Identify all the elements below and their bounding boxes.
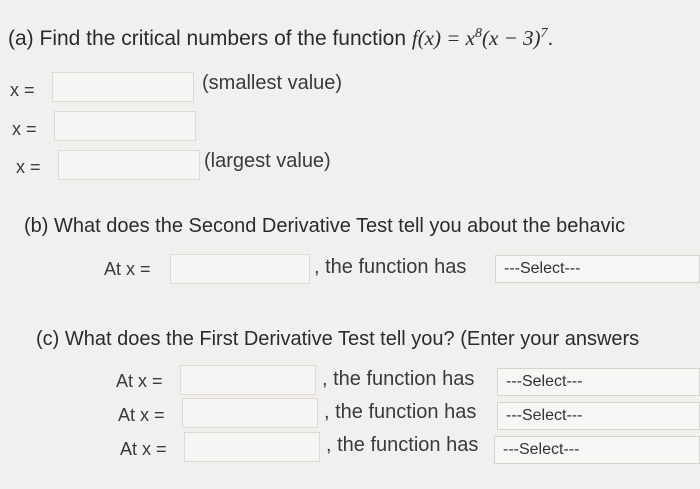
part-c-x-input-1[interactable]	[180, 365, 316, 395]
part-c-function-has-2: , the function has	[324, 401, 477, 423]
critical-label-2: x =	[12, 119, 37, 139]
part-b-select-value: ---Select---	[504, 260, 581, 277]
part-c-function-has-3: , the function has	[326, 434, 479, 456]
part-c-select-value-1: ---Select---	[506, 373, 583, 390]
exponent-1: 8	[475, 26, 482, 41]
part-b-select[interactable]: ---Select---	[495, 255, 700, 283]
fn-text: f(x) = x	[411, 26, 475, 50]
part-c-x-input-3[interactable]	[184, 432, 320, 462]
part-c-at-label-1: At x =	[116, 371, 163, 391]
part-c-question: (c) What does the First Derivative Test …	[36, 328, 640, 350]
part-c-select-3[interactable]: ---Select---	[494, 436, 700, 464]
smallest-note: (smallest value)	[202, 72, 343, 94]
part-b-function-has: , the function has	[314, 256, 467, 278]
part-b-question: (b) What does the Second Derivative Test…	[24, 215, 626, 237]
part-a-suffix: .	[547, 27, 554, 50]
part-c-at-label-2: At x =	[118, 405, 165, 425]
part-c-function-has-1: , the function has	[322, 368, 475, 390]
part-c-select-1[interactable]: ---Select---	[497, 368, 700, 396]
part-a-question: (a) Find the critical numbers of the fun…	[8, 26, 553, 51]
critical-input-1[interactable]	[52, 72, 194, 102]
function-expression: f(x) = x8(x − 3)7	[412, 26, 548, 50]
part-c-at-label-3: At x =	[120, 439, 167, 459]
part-c-select-value-2: ---Select---	[506, 407, 583, 424]
part-c-select-value-3: ---Select---	[503, 441, 580, 458]
part-a-prefix: (a) Find the critical numbers of the fun…	[8, 27, 412, 50]
part-c-select-2[interactable]: ---Select---	[497, 402, 700, 430]
critical-input-2[interactable]	[54, 111, 196, 141]
part-b-at-label: At x =	[104, 259, 151, 279]
critical-label-1: x =	[10, 80, 35, 100]
part-c-x-input-2[interactable]	[182, 398, 318, 428]
fn-factor: (x − 3)	[482, 26, 541, 50]
critical-input-3[interactable]	[58, 150, 200, 180]
critical-label-3: x =	[16, 157, 41, 177]
part-b-x-input[interactable]	[170, 254, 310, 284]
largest-note: (largest value)	[204, 150, 331, 172]
